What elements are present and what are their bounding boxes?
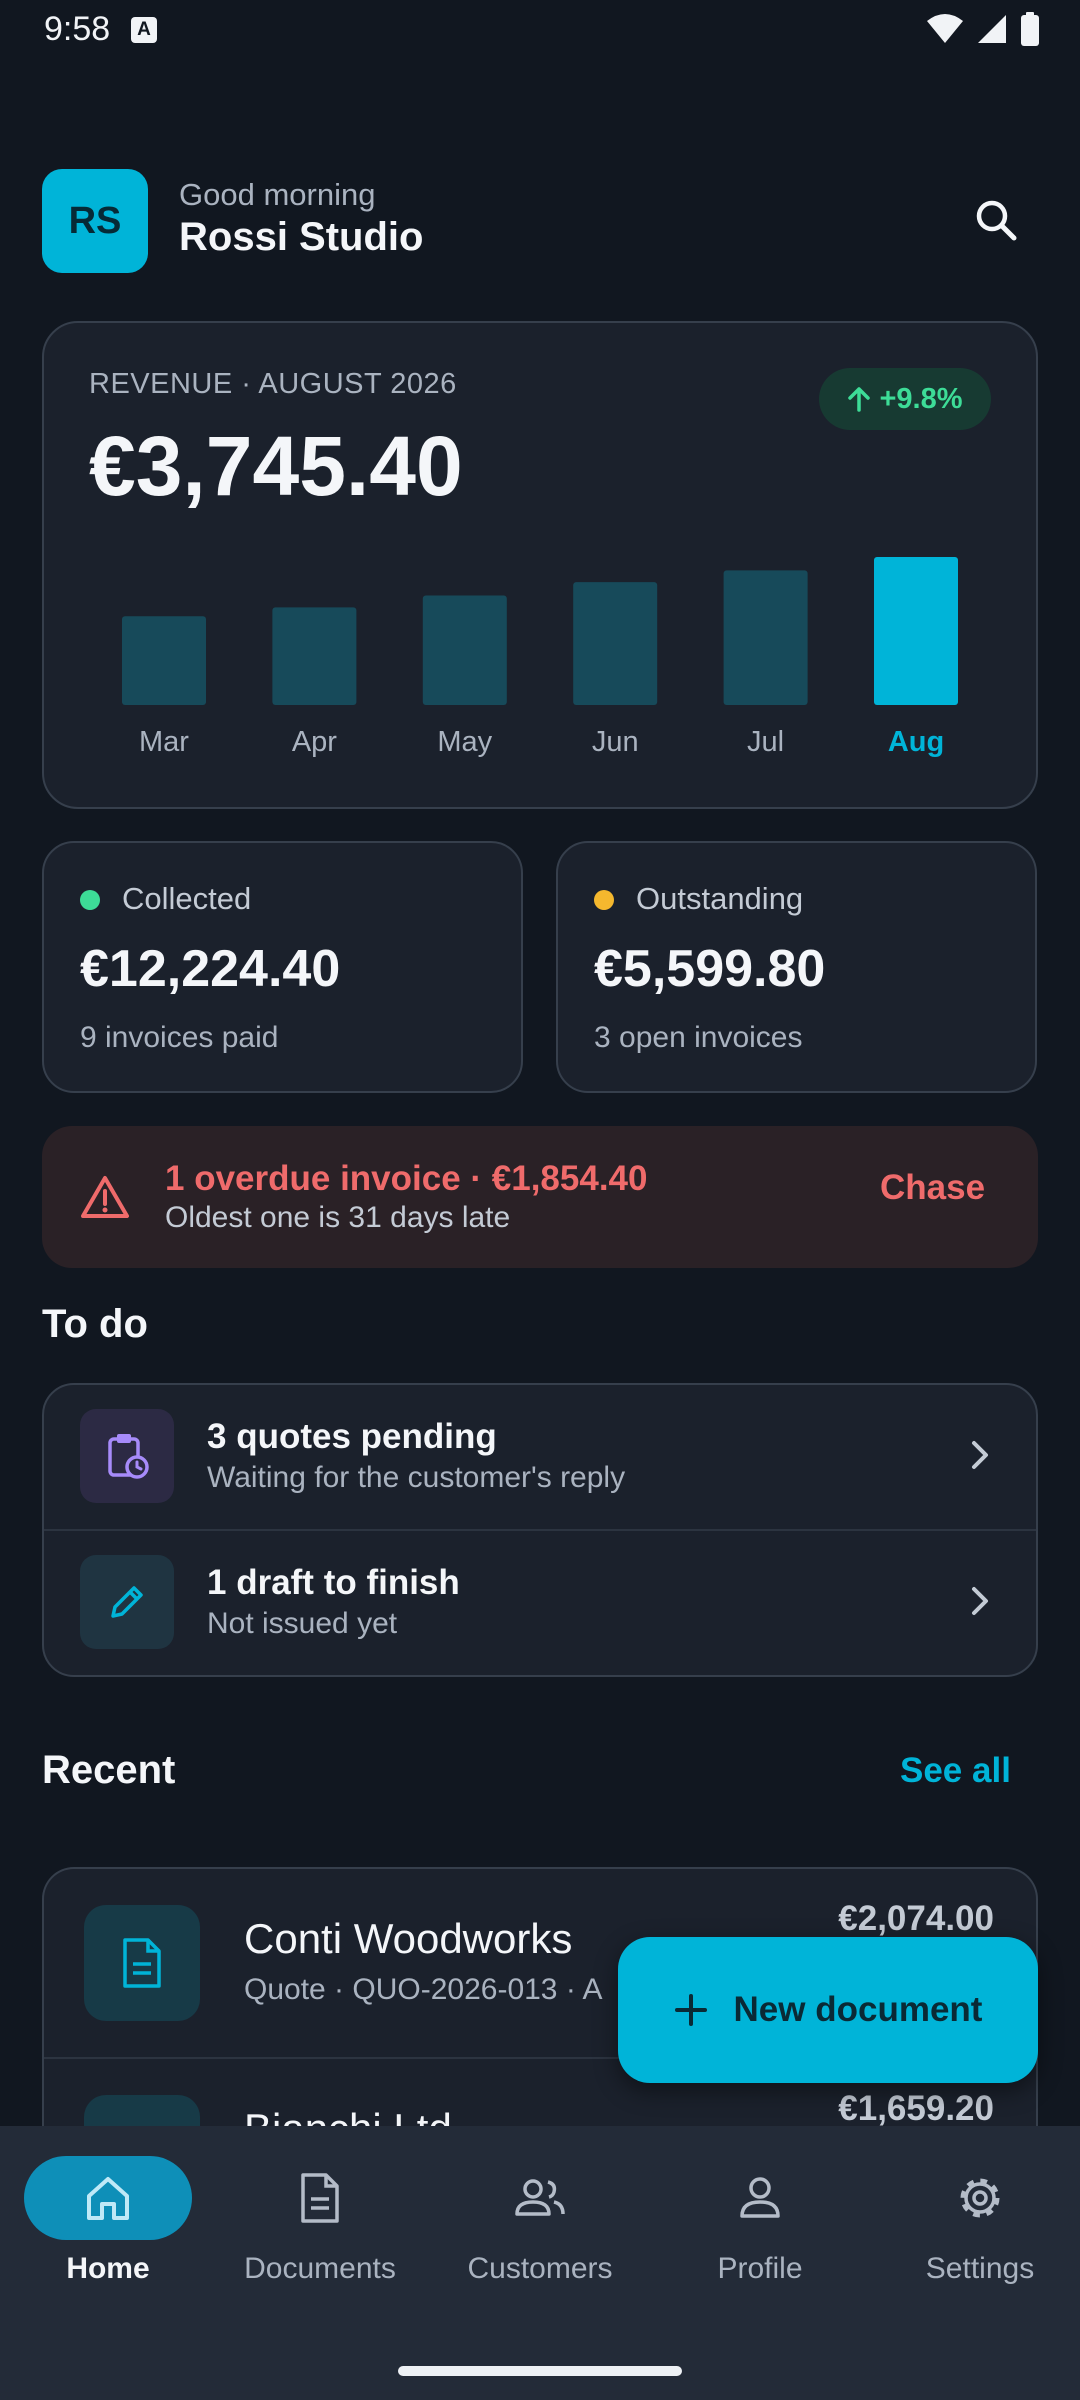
recent-heading: Recent [42, 1748, 176, 1792]
nav-label: Home [66, 2252, 150, 2285]
nav-label: Profile [717, 2252, 803, 2285]
doc-icon-box [84, 1905, 200, 2021]
new-document-button[interactable]: New document [618, 1937, 1038, 2083]
nav-active-pill [24, 2156, 192, 2240]
overdue-title: 1 overdue invoice · €1,854.40 [165, 1159, 648, 1198]
search-button[interactable] [962, 186, 1030, 254]
status-icons [926, 12, 1040, 46]
nav-label: Documents [244, 2252, 396, 2285]
collected-amount: €12,224.40 [80, 940, 341, 998]
todo-title: 3 quotes pending [207, 1417, 497, 1456]
nav-pill [896, 2156, 1064, 2240]
battery-icon [1021, 12, 1039, 46]
todo-list: 3 quotes pending Waiting for the custome… [42, 1383, 1038, 1677]
settings-icon [960, 2178, 1000, 2218]
bar-mar [122, 616, 206, 705]
collected-sub: 9 invoices paid [80, 1021, 279, 1054]
outstanding-amount: €5,599.80 [594, 940, 826, 998]
recent-customer-name: Conti Woodworks [244, 1915, 573, 1962]
bar-label-jul: Jul [747, 726, 784, 758]
chevron-right-icon [972, 1441, 988, 1469]
todo-title: 1 draft to finish [207, 1563, 460, 1602]
wifi-icon [927, 14, 963, 43]
document-icon [123, 1938, 161, 1988]
customers-icon [515, 2179, 565, 2216]
collected-label: Collected [122, 881, 252, 916]
todo-icon-box [80, 1555, 174, 1649]
todo-heading: To do [42, 1302, 148, 1346]
nav-profile[interactable]: Profile [652, 2156, 868, 2316]
bar-label-may: May [437, 726, 492, 758]
search-icon [976, 200, 1017, 241]
bar-aug [874, 557, 958, 705]
outstanding-dot-icon [594, 890, 614, 910]
bottom-navigation: Home Documents Customers Profile Setting… [0, 2126, 1080, 2400]
revenue-amount: €3,745.40 [89, 419, 463, 513]
growth-value: +9.8% [879, 382, 963, 415]
business-name: Rossi Studio [179, 215, 424, 259]
status-time: 9:58 [44, 10, 111, 48]
bar-label-jun: Jun [592, 726, 639, 758]
nav-label: Customers [467, 2252, 613, 2285]
see-all-link[interactable]: See all [900, 1751, 1011, 1791]
documents-icon [301, 2173, 339, 2223]
home-indicator [398, 2366, 682, 2376]
signal-icon [978, 15, 1006, 43]
bar-label-aug: Aug [888, 726, 944, 758]
new-document-label: New document [733, 1990, 983, 2029]
recent-subtitle: Quote · QUO-2026-013 · A [244, 1973, 603, 2006]
growth-badge: +9.8% [819, 368, 991, 430]
chevron-right-icon [972, 1587, 988, 1615]
nav-home[interactable]: Home [0, 2156, 216, 2316]
greeting-text: Good morning [179, 177, 376, 212]
bar-jul [723, 570, 808, 705]
bar-label-apr: Apr [292, 726, 337, 758]
warning-icon [81, 1176, 129, 1218]
outstanding-label: Outstanding [636, 881, 804, 916]
revenue-label: REVENUE · AUGUST 2026 [89, 368, 457, 400]
outstanding-card[interactable]: Outstanding €5,599.80 3 open invoices [556, 841, 1037, 1093]
nav-pill [236, 2156, 404, 2240]
todo-subtitle: Waiting for the customer's reply [207, 1461, 626, 1494]
notification-badge-icon: A [131, 17, 157, 43]
outstanding-sub: 3 open invoices [594, 1021, 803, 1054]
todo-icon-box [80, 1409, 174, 1503]
nav-pill [676, 2156, 844, 2240]
plus-icon [674, 1994, 707, 2026]
clipboard-clock-icon [108, 1434, 149, 1479]
revenue-bar-chart: Mar Apr May Jun Jul Aug [122, 557, 958, 758]
collected-card[interactable]: Collected €12,224.40 9 invoices paid [42, 841, 523, 1093]
recent-amount: €2,074.00 [838, 1899, 994, 1938]
bar-may [422, 595, 507, 705]
chase-button[interactable]: Chase [880, 1168, 985, 1208]
pencil-icon [111, 1586, 143, 1618]
todo-subtitle: Not issued yet [207, 1607, 398, 1640]
recent-amount: €1,659.20 [838, 2089, 994, 2128]
bar-jun [573, 582, 658, 705]
overdue-subtitle: Oldest one is 31 days late [165, 1201, 511, 1234]
todo-item-quotes[interactable]: 3 quotes pending Waiting for the custome… [44, 1385, 1036, 1531]
bar-apr [272, 607, 357, 705]
collected-dot-icon [80, 890, 100, 910]
profile-icon [740, 2177, 780, 2218]
arrow-up-icon [848, 387, 871, 412]
nav-settings[interactable]: Settings [872, 2156, 1080, 2316]
nav-documents[interactable]: Documents [212, 2156, 428, 2316]
nav-label: Settings [925, 2252, 1035, 2285]
avatar[interactable]: RS [42, 169, 148, 273]
todo-item-drafts[interactable]: 1 draft to finish Not issued yet [44, 1531, 1036, 1675]
nav-customers[interactable]: Customers [432, 2156, 648, 2316]
home-icon [87, 2177, 129, 2220]
bar-label-mar: Mar [139, 726, 189, 758]
nav-pill [456, 2156, 624, 2240]
